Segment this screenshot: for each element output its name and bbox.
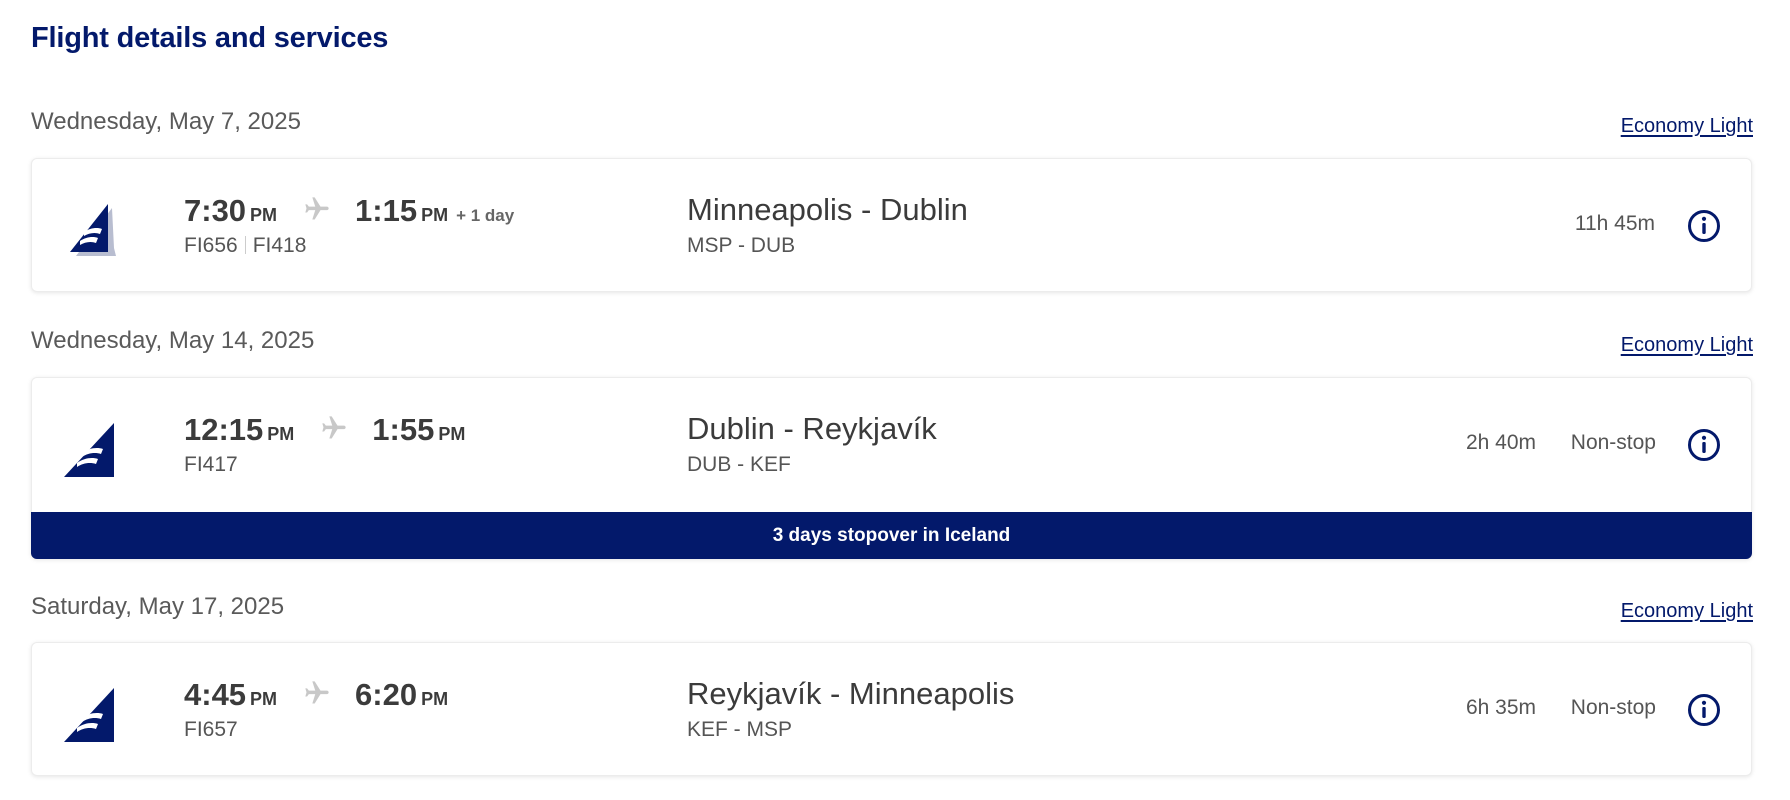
info-icon[interactable] <box>1687 209 1721 243</box>
route-cities: Minneapolis - Dublin <box>687 192 968 227</box>
airplane-icon <box>305 681 329 704</box>
segment-date: Wednesday, May 14, 2025 <box>31 327 315 354</box>
fare-class-link[interactable]: Economy Light <box>1621 115 1753 138</box>
flight-duration: 11h 45m <box>1574 212 1655 235</box>
departure-time: 7:30 PM <box>184 193 278 228</box>
flight-duration: 6h 35m <box>1465 696 1536 719</box>
flight-number: FI656 <box>184 234 238 257</box>
flight-duration: 2h 40m <box>1465 431 1536 454</box>
route-codes: DUB - KEF <box>687 453 791 476</box>
info-icon[interactable] <box>1687 428 1721 462</box>
stops-label: Non-stop <box>1570 431 1656 454</box>
segment-date: Saturday, May 17, 2025 <box>31 593 285 620</box>
flight-card: 12:15 PM 1:55 PM FI417 Dublin - Reykjavík D… <box>31 377 1752 559</box>
flight-times: 7:30 PM 1:15 PM + 1 day <box>184 193 514 229</box>
arrival-time: 1:55 PM <box>372 412 466 447</box>
route-codes: KEF - MSP <box>687 718 793 741</box>
airplane-icon <box>305 197 329 220</box>
flight-times: 4:45 PM 6:20 PM <box>184 677 448 713</box>
segment-date: Wednesday, May 7, 2025 <box>31 108 301 135</box>
arrival-time: 1:15 PM + 1 day <box>355 193 515 228</box>
stops-label: Non-stop <box>1570 696 1656 719</box>
icelandair-tail-logo-icon <box>64 423 114 477</box>
flight-card: 7:30 PM 1:15 PM + 1 day FI656 FI418 Minneapol… <box>31 158 1752 292</box>
stopover-banner: 3 days stopover in Iceland <box>31 512 1752 559</box>
airplane-icon <box>322 416 346 439</box>
flight-numbers: FI417 <box>184 453 238 477</box>
flight-details-page: Flight details and services Wednesday, M… <box>0 0 1790 800</box>
fare-class-link[interactable]: Economy Light <box>1621 334 1753 357</box>
next-day-indicator: + 1 day <box>456 206 515 225</box>
icelandair-tail-logo-icon <box>64 688 114 742</box>
route-cities: Dublin - Reykjavík <box>687 411 937 446</box>
route-codes: MSP - DUB <box>687 234 796 257</box>
flight-number: FI418 <box>252 234 307 257</box>
flight-numbers: FI657 <box>184 718 238 742</box>
info-icon[interactable] <box>1687 693 1721 727</box>
divider <box>244 236 246 254</box>
page-title: Flight details and services <box>31 22 389 54</box>
departure-time: 4:45 PM <box>184 677 278 712</box>
arrival-time: 6:20 PM <box>355 677 449 712</box>
fare-class-link[interactable]: Economy Light <box>1621 600 1753 623</box>
flight-numbers: FI656 FI418 <box>184 234 306 258</box>
flight-number: FI657 <box>184 718 238 741</box>
flight-times: 12:15 PM 1:55 PM <box>184 412 465 448</box>
route-cities: Reykjavík - Minneapolis <box>687 676 1015 711</box>
flight-card: 4:45 PM 6:20 PM FI657 Reykjavík - Minneapol… <box>31 642 1752 776</box>
icelandair-tail-logo-icon <box>70 204 116 256</box>
flight-number: FI417 <box>184 453 238 476</box>
departure-time: 12:15 PM <box>184 412 295 447</box>
